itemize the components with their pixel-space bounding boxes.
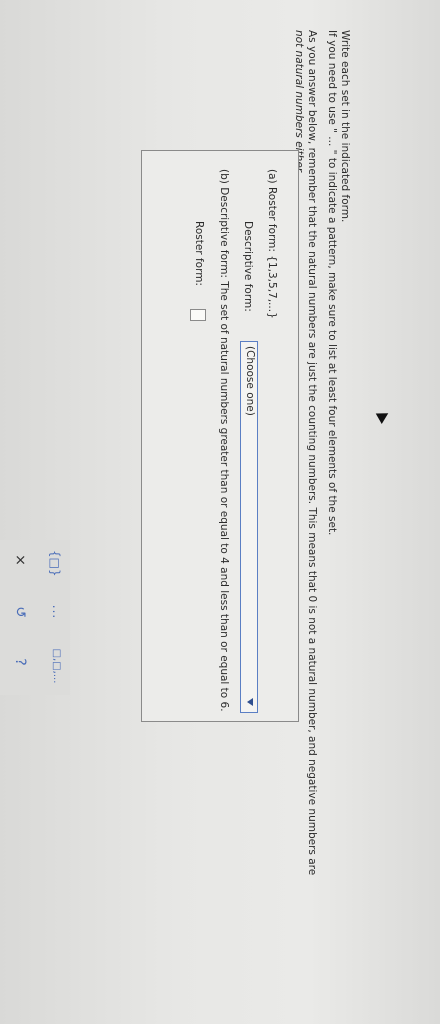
instruction-line-3: As you answer below, remember that the n… — [306, 30, 318, 876]
part-b-roster-row: Roster form: — [193, 221, 205, 286]
mouse-pointer-icon — [375, 408, 392, 424]
math-toolbox: {□} ... □,□,... × ↺ ? — [0, 540, 70, 695]
instruction-line-2: If you need to use " ... " to indicate a… — [326, 30, 338, 536]
help-icon[interactable]: ? — [12, 652, 28, 672]
dropdown-selected-value: (Choose one) — [244, 346, 256, 416]
part-b-roster-label: Roster form: — [193, 221, 205, 286]
part-a-descriptive-label: Descriptive form: — [242, 221, 254, 312]
descriptive-form-dropdown[interactable]: (Choose one) — [240, 341, 258, 713]
part-b-descriptive-row: (b) Descriptive form: The set of natural… — [218, 169, 230, 712]
question-box: (a) Roster form: {1,3,5,7,...} Descripti… — [141, 150, 299, 722]
instruction-line-1: Write each set in the indicated form. — [339, 30, 351, 223]
roster-form-input[interactable] — [190, 309, 206, 321]
ellipsis-icon[interactable]: ... — [50, 602, 64, 622]
part-a-descriptive-row: Descriptive form: — [242, 221, 254, 312]
undo-icon[interactable]: ↺ — [12, 602, 28, 622]
set-list-icon[interactable]: □,□,... — [51, 648, 62, 684]
question-page: Write each set in the indicated form. If… — [0, 0, 440, 1000]
close-icon[interactable]: × — [12, 550, 28, 570]
part-a-roster-row: (a) Roster form: {1,3,5,7,...} — [266, 169, 278, 319]
dropdown-arrow-icon — [247, 698, 253, 706]
part-b-descriptive-text: Descriptive form: The set of natural num… — [218, 187, 230, 712]
screen: Write each set in the indicated form. If… — [0, 0, 440, 1024]
part-b-label: (b) — [218, 169, 230, 184]
part-a-roster-label: Roster form: — [266, 186, 278, 252]
set-braces-icon[interactable]: {□} — [48, 550, 62, 577]
part-a-roster-value: {1,3,5,7,...} — [266, 255, 278, 319]
instructions: Write each set in the indicated form. If… — [292, 30, 351, 980]
part-a-label: (a) — [266, 169, 278, 184]
